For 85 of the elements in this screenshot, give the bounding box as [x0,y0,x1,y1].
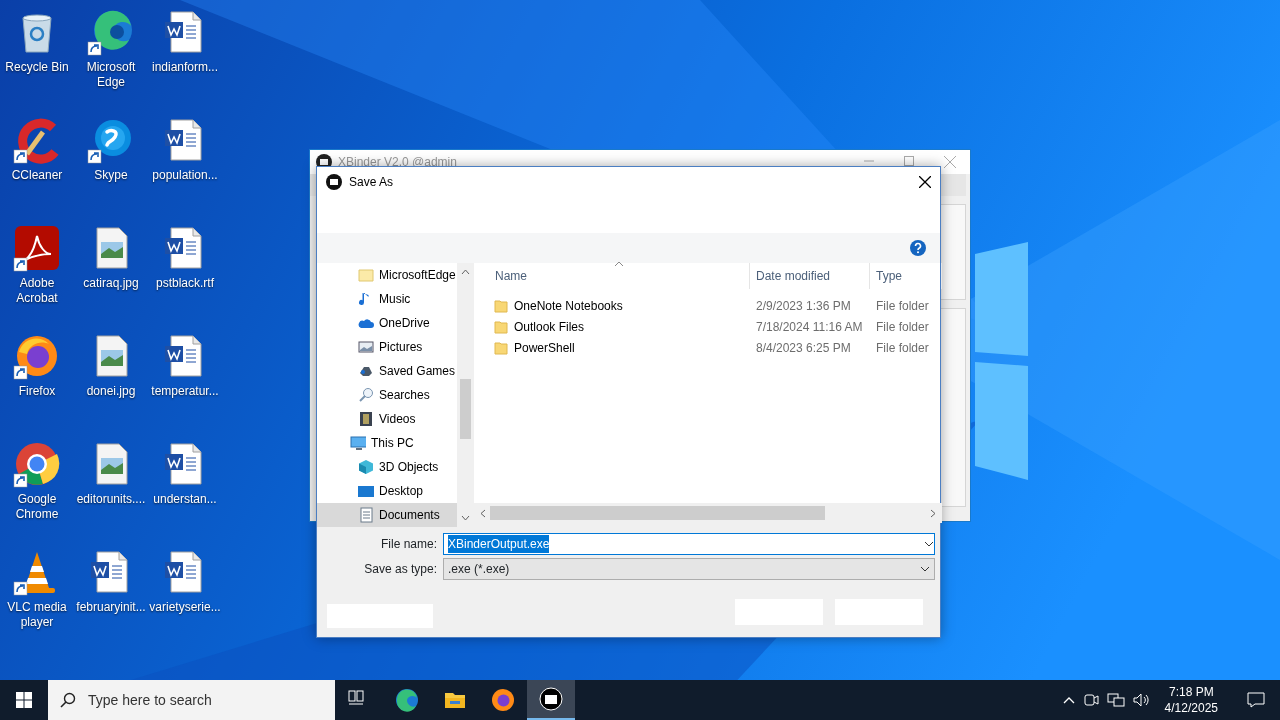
desktop-shortcut[interactable]: Skype [74,114,148,222]
folder-icon [494,298,508,313]
search-icon [60,692,76,708]
cube-icon [358,459,374,475]
field-label: Save as type: [363,561,437,578]
desktop-icon [358,483,374,499]
app-icon [326,174,342,190]
arrow-right-icon[interactable] [930,508,936,518]
search-field[interactable]: Type here to search [86,688,316,712]
arrow-left-icon[interactable] [480,508,486,518]
chevron-down-icon[interactable] [924,541,934,547]
nav-item[interactable]: 3D Objects [317,455,457,479]
scroll-thumb[interactable] [459,379,471,439]
file-row-name[interactable]: Outlook Files [474,317,750,336]
column-header[interactable]: Date modified [750,263,870,289]
folder-icon [494,340,508,355]
search-field[interactable]: Type here to search [48,680,335,720]
scroll-thumb[interactable] [490,506,825,520]
date-cell-text: 8/4/2023 6:25 PM [755,339,852,357]
nav-item[interactable]: Searches [317,383,457,407]
type-cell-text: File folder [875,339,930,357]
nav-item[interactable]: Pictures [317,335,457,359]
folder-icon [358,267,374,283]
windows-logo-icon [16,692,32,708]
desktop-shortcut[interactable]: Microsoft Edge [74,6,148,114]
arrow-down-icon[interactable] [460,515,470,521]
meeting-icon[interactable] [1082,692,1099,708]
desktop-shortcut[interactable]: indianform... [148,6,222,114]
column-header[interactable]: Type [870,263,942,289]
file-type-dropdown[interactable]: .exe (*.exe) [443,558,935,580]
nav-item[interactable]: Saved Games [317,359,457,383]
nav-item[interactable]: Videos [317,407,457,431]
network-icon[interactable] [1106,692,1125,708]
nav-item[interactable]: Desktop [317,479,457,503]
desktop-shortcut[interactable]: editorunits.... [74,438,148,546]
field-label: File name: [379,536,437,553]
close-icon [919,176,931,188]
desktop-shortcut[interactable]: Recycle Bin [0,6,74,114]
desktop-shortcut[interactable]: Adobe Acrobat [0,222,74,330]
type-cell-text: File folder [875,297,930,315]
desktop-shortcut[interactable]: varietyserie... [148,546,222,654]
nav-item[interactable]: OneDrive [317,311,457,335]
nav-item[interactable]: Documents [317,503,457,527]
file-row-name[interactable]: PowerShell [474,338,750,357]
desktop-shortcut[interactable]: understan... [148,438,222,546]
type-cell-text: File folder [875,318,930,336]
desktop-shortcut[interactable]: VLC media player [0,546,74,654]
taskbar-app-button[interactable] [527,680,575,720]
browser-icon [395,688,419,712]
dialog-title: Save As [349,174,394,191]
computer-icon [350,435,366,451]
folder-icon [494,319,508,334]
chevron-up-icon[interactable] [1062,696,1075,704]
desktop-shortcut[interactable]: Firefox [0,330,74,438]
desktop-shortcut[interactable]: pstblack.rtf [148,222,222,330]
nav-item[interactable]: MicrosoftEdge [317,263,457,287]
desktop-shortcut[interactable]: Google Chrome [0,438,74,546]
file-name-field[interactable]: XBinderOutput.exe [443,533,935,555]
document-icon [358,507,374,523]
nav-item[interactable]: This PC [317,431,457,455]
search-icon [358,387,374,403]
speech-bubble-icon [1247,692,1265,708]
app-icon [539,687,563,711]
clock-time[interactable]: 7:18 PM [1168,684,1214,700]
date-cell-text: 7/18/2024 11:16 AM [755,318,864,336]
scrollbar[interactable] [474,503,942,523]
column-header[interactable]: Name [474,263,750,289]
date-cell-text: 2/9/2023 1:36 PM [755,297,852,315]
desktop-shortcut[interactable]: donei.jpg [74,330,148,438]
browser-icon [491,688,515,712]
desktop-shortcut[interactable]: population... [148,114,222,222]
film-icon [358,411,374,427]
desktop-shortcut[interactable]: februaryinit... [74,546,148,654]
chevron-down-icon[interactable] [920,566,930,572]
help-icon[interactable] [910,240,926,256]
volume-icon[interactable] [1132,692,1151,708]
arrow-up-icon[interactable] [460,269,470,275]
clock-date[interactable]: 4/12/2025 [1164,700,1218,716]
pictures-icon [358,339,374,355]
desktop-shortcut[interactable]: CCleaner [0,114,74,222]
desktop-shortcut[interactable]: catiraq.jpg [74,222,148,330]
nav-item[interactable]: Music [317,287,457,311]
maximize-icon[interactable] [904,156,914,166]
file-row-name[interactable]: OneNote Notebooks [474,296,750,315]
desktop-shortcut[interactable]: temperatur... [148,330,222,438]
